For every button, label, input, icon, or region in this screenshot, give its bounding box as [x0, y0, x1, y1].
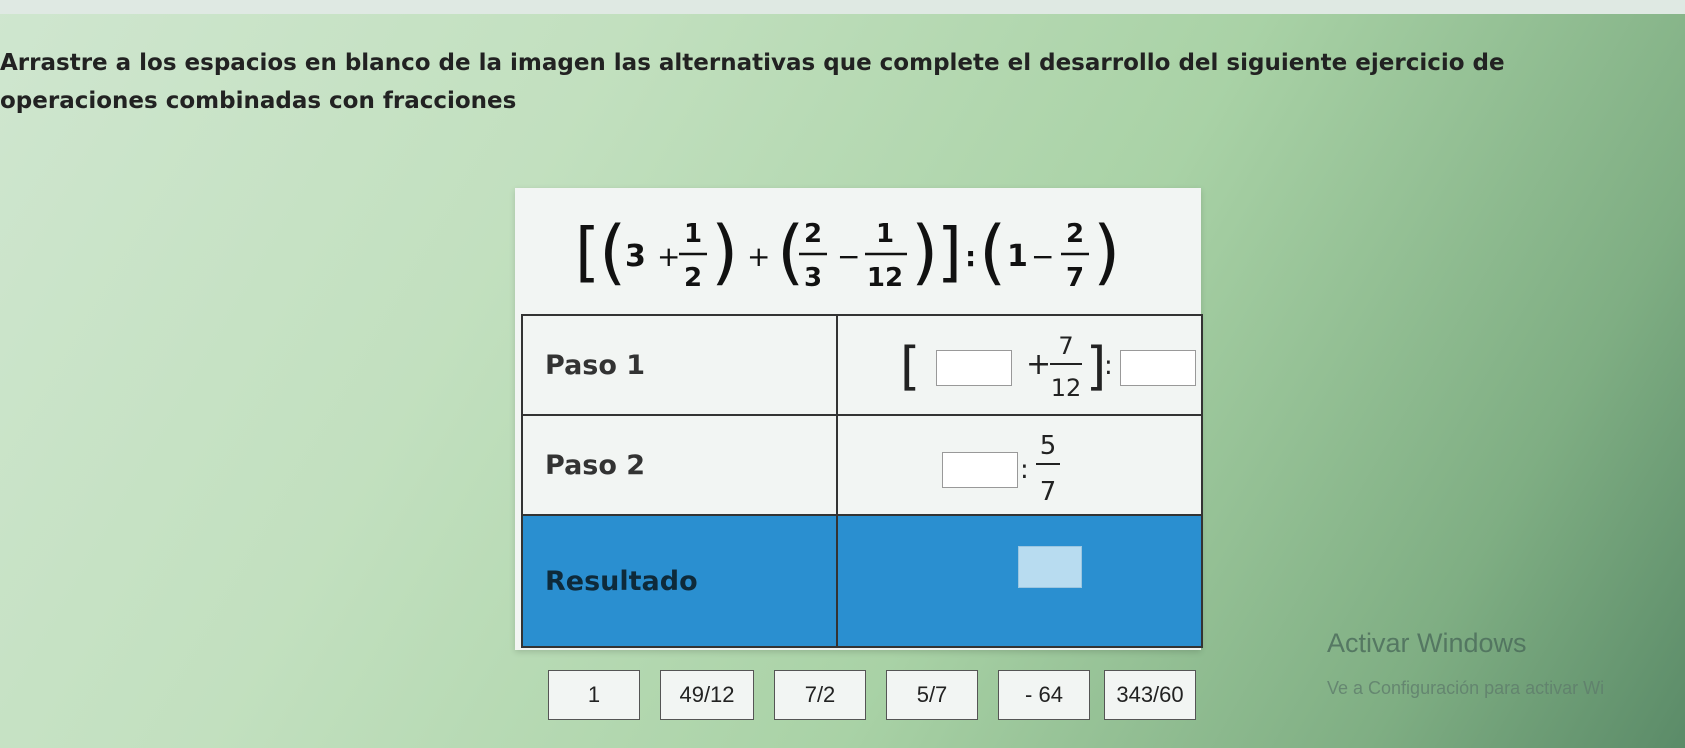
option-tile[interactable]: 5/7 [886, 670, 978, 720]
blank-slot[interactable] [936, 350, 1012, 386]
blank-slot[interactable] [942, 452, 1018, 488]
step-formula: : 5 7 [836, 414, 1203, 516]
open-paren: ( [599, 211, 626, 293]
plus-sign: + [1026, 347, 1051, 382]
fraction-denominator: 12 [867, 263, 903, 293]
fraction-denominator: 3 [804, 263, 822, 293]
blank-slot[interactable] [1120, 350, 1196, 386]
open-bracket: [ [575, 216, 600, 290]
option-tile[interactable]: - 64 [998, 670, 1090, 720]
division-colon: : [1104, 351, 1113, 381]
fraction-numerator: 7 [1058, 332, 1073, 360]
step-row: Paso 1 [ + 7 12 ] : [521, 314, 1203, 416]
fraction-numerator: 2 [1066, 219, 1084, 249]
windows-activation-subtitle: Ve a Configuración para activar Wi [1327, 678, 1605, 698]
division-colon: : [1020, 455, 1029, 485]
result-row: Resultado [521, 514, 1203, 648]
fraction-denominator: 7 [1040, 477, 1057, 507]
option-tile[interactable]: 7/2 [774, 670, 866, 720]
result-blank-slot[interactable] [1018, 546, 1082, 588]
step-row: Paso 2 : 5 7 [521, 414, 1203, 516]
close-paren: ) [711, 211, 738, 293]
option-tile[interactable]: 1 [548, 670, 640, 720]
fraction-numerator: 5 [1040, 431, 1057, 461]
browser-top-bar [0, 0, 1685, 14]
fraction-numerator: 2 [804, 219, 822, 249]
fraction-numerator: 1 [876, 219, 894, 249]
expr-number: 1 [1007, 239, 1028, 274]
close-bracket: ] [937, 216, 962, 290]
option-tile[interactable]: 49/12 [660, 670, 754, 720]
instruction-text: Arrastre a los espacios en blanco de la … [0, 50, 1505, 114]
open-paren: ( [777, 211, 804, 293]
division-colon: : [965, 240, 976, 273]
windows-activation-title: Activar Windows [1327, 628, 1527, 658]
open-bracket: [ [900, 337, 920, 397]
close-paren: ) [911, 211, 938, 293]
open-paren: ( [979, 211, 1006, 293]
plus-sign: + [747, 240, 770, 273]
exercise-card: [ ( 3 + 1 2 ) + ( 2 3 − 1 12 ) ] : ( 1 −… [515, 188, 1203, 650]
steps-table: Paso 1 [ + 7 12 ] : Paso 2 : 5 7 Resulta… [521, 314, 1203, 648]
close-paren: ) [1093, 211, 1120, 293]
minus-sign: − [1031, 240, 1054, 273]
option-tile[interactable]: 343/60 [1104, 670, 1196, 720]
step-label: Paso 2 [521, 414, 838, 516]
expr-number: 3 [625, 239, 646, 274]
fraction-denominator: 7 [1066, 263, 1084, 293]
step-label: Paso 1 [521, 314, 838, 416]
fraction-denominator: 2 [684, 263, 702, 293]
minus-sign: − [837, 240, 860, 273]
fraction-denominator: 12 [1051, 374, 1082, 402]
fraction-numerator: 1 [684, 219, 702, 249]
main-expression: [ ( 3 + 1 2 ) + ( 2 3 − 1 12 ) ] : ( 1 −… [575, 211, 1120, 293]
result-formula [836, 514, 1203, 648]
plus-sign: + [657, 240, 680, 273]
step-formula: [ + 7 12 ] : [836, 314, 1203, 416]
result-label: Resultado [521, 514, 838, 648]
